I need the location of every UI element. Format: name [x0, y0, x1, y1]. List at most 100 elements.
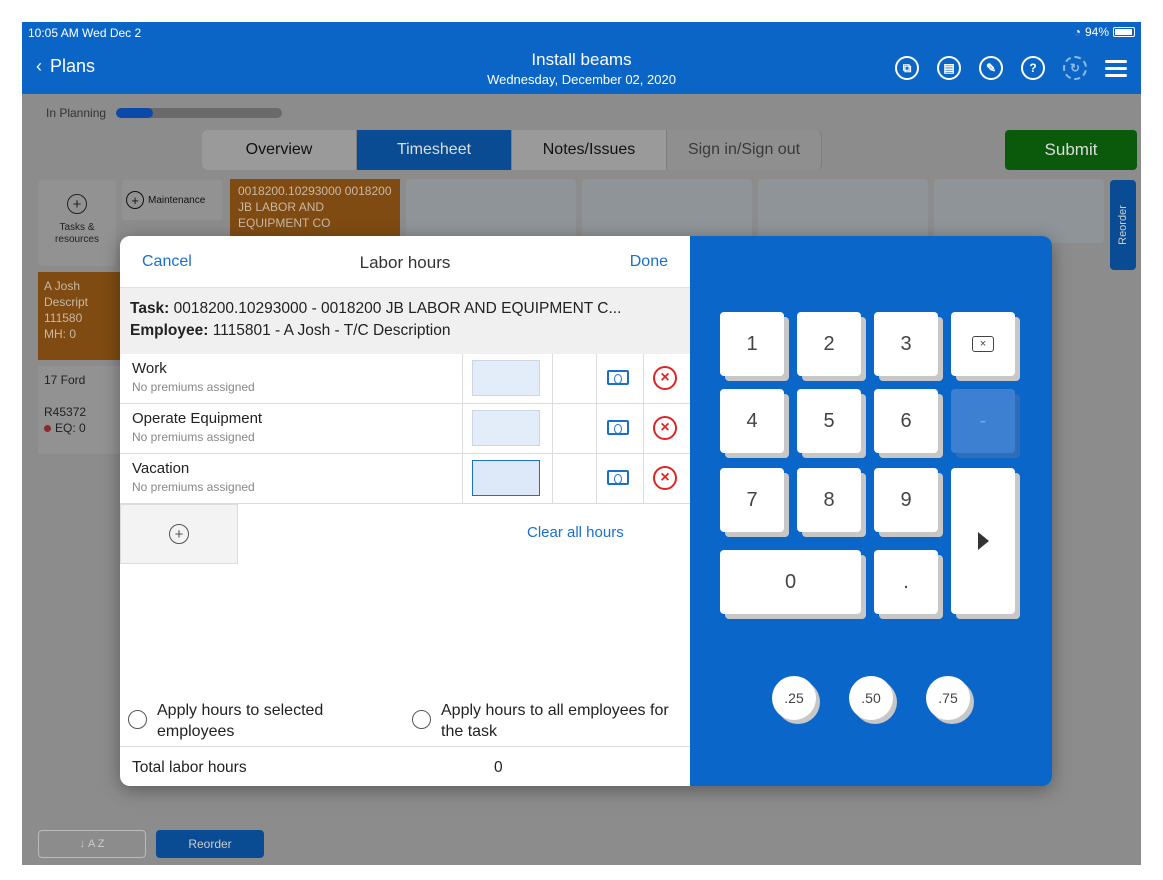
battery-percent: 94% — [1084, 25, 1109, 39]
labor-type-name: Work — [132, 360, 167, 377]
refresh-icon[interactable]: ↻ — [1063, 56, 1087, 80]
status-bar: 10:05 AM Wed Dec 2 ◔ 94% — [22, 22, 1141, 42]
clear-all-hours-link[interactable]: Clear all hours — [527, 524, 624, 541]
hours-input[interactable] — [472, 460, 540, 496]
key-9[interactable]: 9 — [874, 468, 938, 532]
backspace-icon: × — [972, 336, 994, 352]
sort-az-button[interactable]: ↓ A Z — [38, 830, 146, 858]
labor-hours-modal: Cancel Labor hours Done Task: 0018200.10… — [120, 236, 1052, 786]
next-key[interactable] — [951, 468, 1015, 614]
key-0[interactable]: 0 — [720, 550, 861, 614]
divider — [552, 404, 553, 453]
delete-icon[interactable]: × — [653, 416, 677, 440]
task-label: Task: — [130, 300, 170, 317]
key-4[interactable]: 4 — [720, 389, 784, 453]
task-slot — [582, 179, 752, 243]
apply-selected-option[interactable]: Apply hours to selected employees — [128, 700, 327, 742]
status-time: 10:05 AM Wed Dec 2 — [28, 26, 142, 40]
key-decimal[interactable]: . — [874, 550, 938, 614]
trash-icon[interactable]: ▤ — [937, 56, 961, 80]
plus-icon: + — [67, 194, 87, 214]
divider — [643, 404, 644, 453]
apply-selected-label: Apply hours to selected employees — [157, 702, 324, 740]
plus-icon: + — [126, 191, 144, 209]
sort-label: A Z — [88, 838, 105, 850]
employee-id: 111580 — [44, 311, 83, 325]
radio-button[interactable] — [412, 710, 431, 729]
reorder-side-button[interactable]: Reorder — [1110, 180, 1136, 270]
employee-label: Employee: — [130, 322, 209, 339]
divider — [462, 404, 463, 453]
premium-cash-icon[interactable] — [607, 420, 629, 435]
divider — [552, 454, 553, 503]
wifi-icon: ◔ — [1073, 25, 1081, 39]
app-frame: 10:05 AM Wed Dec 2 ◔ 94% ‹ Plans Install… — [22, 22, 1141, 865]
minus-key: - — [951, 389, 1015, 453]
key-7[interactable]: 7 — [720, 468, 784, 532]
edit-icon[interactable]: ✎ — [979, 56, 1003, 80]
fraction-25-button[interactable]: .25 — [772, 676, 816, 720]
employee-name: A Josh — [44, 279, 81, 293]
employee-value: 1115801 - A Josh - T/C Description — [212, 322, 451, 339]
divider — [643, 354, 644, 403]
task-slot — [406, 179, 576, 243]
divider — [462, 454, 463, 503]
delete-icon[interactable]: × — [653, 466, 677, 490]
divider — [596, 354, 597, 403]
backspace-key[interactable]: × — [951, 312, 1015, 376]
key-5[interactable]: 5 — [797, 389, 861, 453]
employee-mh: MH: 0 — [44, 327, 77, 341]
key-8[interactable]: 8 — [797, 468, 861, 532]
apply-all-option[interactable]: Apply hours to all employees for the tas… — [412, 700, 681, 742]
equipment-eq: EQ: 0 — [55, 421, 86, 435]
premium-cash-icon[interactable] — [607, 470, 629, 485]
menu-icon[interactable] — [1105, 59, 1127, 77]
add-row: + Clear all hours — [120, 504, 690, 564]
planning-status: In Planning — [46, 106, 283, 120]
help-icon[interactable]: ? — [1021, 56, 1045, 80]
submit-button[interactable]: Submit — [1005, 130, 1137, 170]
divider — [596, 454, 597, 503]
premium-cash-icon[interactable] — [607, 370, 629, 385]
key-6[interactable]: 6 — [874, 389, 938, 453]
key-2[interactable]: 2 — [797, 312, 861, 376]
maintenance-button[interactable]: + Maintenance — [122, 180, 222, 220]
tab-timesheet[interactable]: Timesheet — [357, 130, 512, 170]
task-card[interactable]: 0018200.10293000 0018200 JB LABOR AND EQ… — [230, 179, 400, 243]
labor-row-vacation: Vacation No premiums assigned × — [120, 454, 690, 504]
labor-type-name: Vacation — [132, 460, 190, 477]
key-1[interactable]: 1 — [720, 312, 784, 376]
divider — [643, 454, 644, 503]
hours-input[interactable] — [472, 410, 540, 446]
fraction-50-button[interactable]: .50 — [849, 676, 893, 720]
keypad-panel: 1 2 3 × 4 5 6 - 7 8 9 0 . .25 .50 .75 — [690, 236, 1052, 786]
tab-sign-in-out[interactable]: Sign in/Sign out — [667, 130, 822, 170]
tab-overview[interactable]: Overview — [202, 130, 357, 170]
tab-notes-issues[interactable]: Notes/Issues — [512, 130, 667, 170]
task-info: Task: 0018200.10293000 - 0018200 JB LABO… — [120, 288, 690, 354]
reorder-bottom-button[interactable]: Reorder — [156, 830, 264, 858]
labor-row-operate-equipment: Operate Equipment No premiums assigned × — [120, 404, 690, 454]
tasks-resources-button[interactable]: + Tasks & resources — [38, 180, 116, 266]
radio-button[interactable] — [128, 710, 147, 729]
maintenance-label: Maintenance — [148, 194, 206, 206]
labor-type-name: Operate Equipment — [132, 410, 263, 427]
delete-icon[interactable]: × — [653, 366, 677, 390]
key-3[interactable]: 3 — [874, 312, 938, 376]
employee-desc: Descript — [44, 295, 89, 309]
labor-hours-panel: Cancel Labor hours Done Task: 0018200.10… — [120, 236, 690, 786]
add-labor-type-button[interactable]: + — [120, 504, 238, 564]
done-button[interactable]: Done — [630, 253, 668, 271]
hours-input[interactable] — [472, 360, 540, 396]
divider — [596, 404, 597, 453]
copy-icon[interactable]: ⧉ — [895, 56, 919, 80]
top-icons: ⧉ ▤ ✎ ? ↻ — [895, 56, 1127, 80]
equipment-name: 17 Ford — [44, 373, 86, 387]
labor-type-sub: No premiums assigned — [132, 480, 255, 494]
modal-header: Cancel Labor hours Done — [120, 236, 690, 288]
battery-icon — [1113, 27, 1135, 37]
reorder-side-label: Reorder — [1117, 205, 1129, 245]
fraction-75-button[interactable]: .75 — [926, 676, 970, 720]
play-icon — [977, 532, 989, 550]
planning-label: In Planning — [46, 106, 107, 120]
